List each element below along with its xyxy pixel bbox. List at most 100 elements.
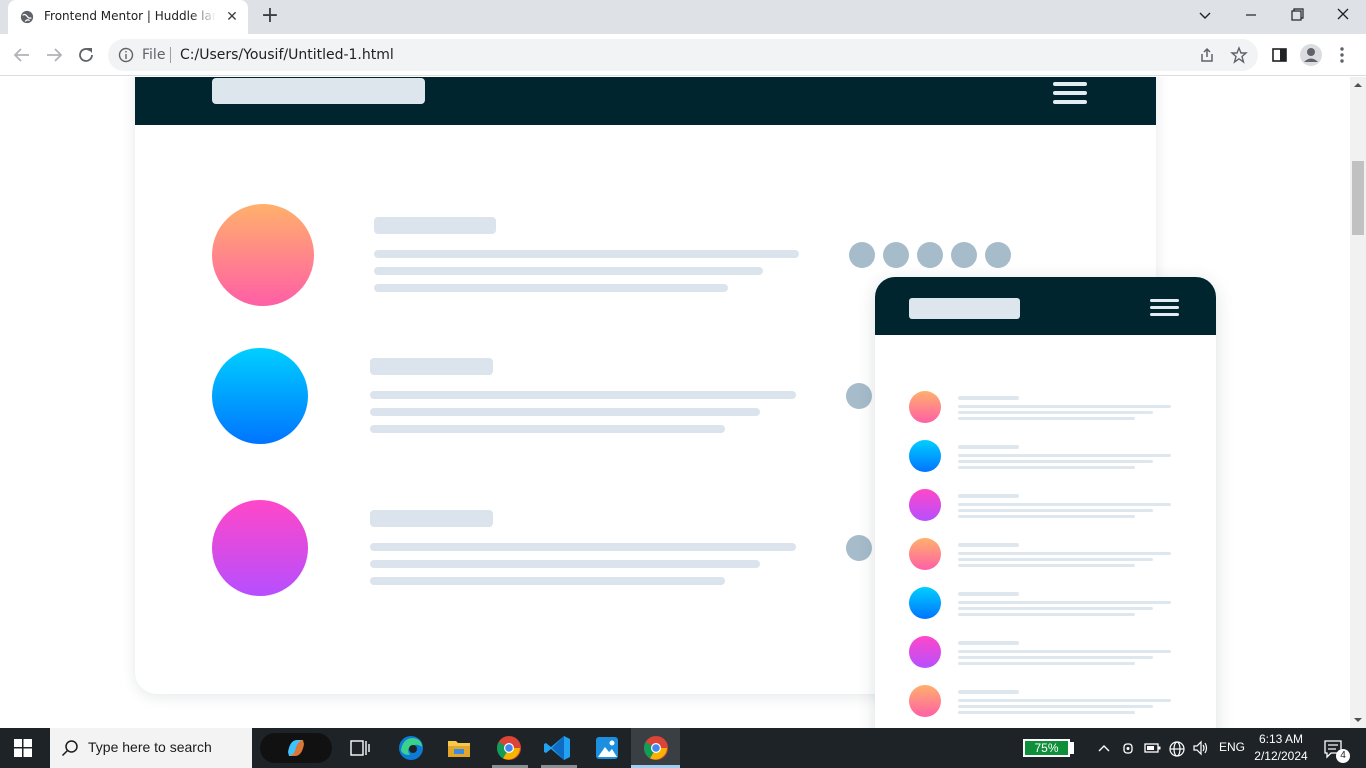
mobile-skeleton-heading (958, 592, 1019, 596)
desktop-logo-placeholder (212, 78, 425, 104)
profile-avatar-icon[interactable] (1298, 42, 1324, 68)
menu-kebab-icon[interactable] (1329, 42, 1355, 68)
network-globe-icon[interactable] (1168, 740, 1186, 758)
hamburger-icon (1053, 82, 1089, 106)
forward-icon[interactable] (41, 42, 67, 68)
tab-title: Frontend Mentor | Huddle landing page (44, 9, 216, 23)
tab-close-icon[interactable]: ✕ (224, 9, 240, 25)
taskbar-search-box[interactable]: Type here to search (50, 728, 252, 768)
search-icon (61, 740, 78, 757)
mobile-avatar-circle (909, 391, 941, 423)
clock-time[interactable]: 6:13 AM (1256, 732, 1306, 746)
battery-nub (1070, 742, 1074, 754)
mobile-skeleton-line (958, 650, 1171, 653)
skeleton-heading (370, 358, 493, 375)
mobile-skeleton-line (958, 711, 1135, 714)
window-close-icon[interactable] (1320, 0, 1366, 30)
mobile-skeleton-heading (958, 543, 1019, 547)
mobile-skeleton-line (958, 411, 1153, 414)
mobile-skeleton-line (958, 601, 1171, 604)
windows-taskbar: Type here to search (0, 728, 1366, 768)
vscode-icon[interactable] (540, 732, 576, 764)
chrome-active-app-icon[interactable] (638, 732, 674, 764)
camera-icon[interactable] (1121, 740, 1137, 756)
tab-search-icon[interactable] (1182, 0, 1228, 30)
bookmark-star-icon[interactable] (1230, 46, 1248, 64)
mobile-skeleton-heading (958, 396, 1019, 400)
browser-toolbar: File C:/Users/Yousif/Untitled-1.html (0, 34, 1366, 76)
mobile-skeleton-heading (958, 494, 1019, 498)
task-view-icon[interactable] (342, 732, 378, 764)
copilot-button[interactable] (260, 733, 332, 763)
mobile-skeleton-line (958, 509, 1153, 512)
rating-dot (849, 242, 875, 268)
mobile-avatar-circle (909, 440, 941, 472)
language-indicator[interactable]: ENG (1219, 740, 1245, 754)
search-placeholder: Type here to search (88, 739, 212, 755)
skeleton-line (370, 560, 760, 568)
avatar-gradient-circle (212, 204, 314, 306)
mobile-avatar-circle (909, 685, 941, 717)
mobile-avatar-circle (909, 538, 941, 570)
share-icon[interactable] (1198, 46, 1216, 64)
url-text[interactable]: C:/Users/Yousif/Untitled-1.html (180, 46, 394, 64)
restore-icon[interactable] (1274, 0, 1320, 30)
chevron-up-icon[interactable] (1097, 742, 1111, 754)
rating-dot (846, 535, 872, 561)
mobile-skeleton-line (958, 454, 1171, 457)
skeleton-line (370, 425, 725, 433)
scroll-up-arrow-icon[interactable] (1354, 81, 1362, 89)
back-icon[interactable] (9, 42, 35, 68)
rating-dot (846, 383, 872, 409)
avatar-gradient-circle (212, 348, 308, 444)
browser-tab[interactable]: Frontend Mentor | Huddle landing page ✕ (8, 0, 248, 34)
battery-icon[interactable] (1144, 741, 1162, 755)
minimize-icon[interactable] (1228, 0, 1274, 30)
mobile-avatar-circle (909, 587, 941, 619)
skeleton-line (374, 267, 763, 275)
mobile-mockup (875, 277, 1216, 728)
address-bar[interactable]: File C:/Users/Yousif/Untitled-1.html (108, 39, 1258, 71)
new-tab-button[interactable]: + (259, 5, 281, 28)
mobile-skeleton-line (958, 552, 1171, 555)
mobile-skeleton-line (958, 515, 1135, 518)
skeleton-line (370, 391, 796, 399)
rating-dot (985, 242, 1011, 268)
mobile-skeleton-line (958, 405, 1171, 408)
scrollbar-thumb[interactable] (1352, 161, 1364, 235)
reload-icon[interactable] (73, 42, 99, 68)
windows-start-icon[interactable] (14, 739, 32, 757)
info-icon[interactable] (118, 47, 134, 63)
rating-dot (951, 242, 977, 268)
skeleton-heading (370, 510, 493, 527)
mobile-skeleton-heading (958, 690, 1019, 694)
mobile-skeleton-line (958, 564, 1135, 567)
file-explorer-icon[interactable] (441, 732, 477, 764)
notification-count-badge: 4 (1336, 749, 1350, 763)
photos-app-icon[interactable] (589, 732, 625, 764)
mobile-skeleton-line (958, 699, 1171, 702)
scroll-down-arrow-icon[interactable] (1354, 716, 1362, 724)
skeleton-heading (374, 217, 496, 234)
skeleton-line (370, 577, 725, 585)
desktop-mockup-nav (135, 77, 1156, 125)
rating-dot (917, 242, 943, 268)
rating-dot (883, 242, 909, 268)
volume-icon[interactable] (1192, 740, 1210, 756)
side-panel-icon[interactable] (1267, 42, 1293, 68)
page-scrollbar[interactable] (1350, 77, 1366, 728)
skeleton-line (374, 284, 728, 292)
mobile-avatar-circle (909, 636, 941, 668)
globe-icon (20, 10, 34, 24)
edge-browser-icon[interactable] (393, 732, 429, 764)
mobile-skeleton-line (958, 613, 1135, 616)
mobile-skeleton-line (958, 656, 1153, 659)
page-viewport (0, 77, 1350, 728)
battery-percentage[interactable]: 75% (1023, 739, 1070, 757)
chrome-app-icon[interactable] (491, 732, 527, 764)
mobile-skeleton-heading (958, 445, 1019, 449)
clock-date[interactable]: 2/12/2024 (1250, 749, 1312, 763)
url-scheme-label: File (142, 47, 166, 63)
skeleton-line (370, 408, 760, 416)
mobile-list (875, 277, 1216, 728)
